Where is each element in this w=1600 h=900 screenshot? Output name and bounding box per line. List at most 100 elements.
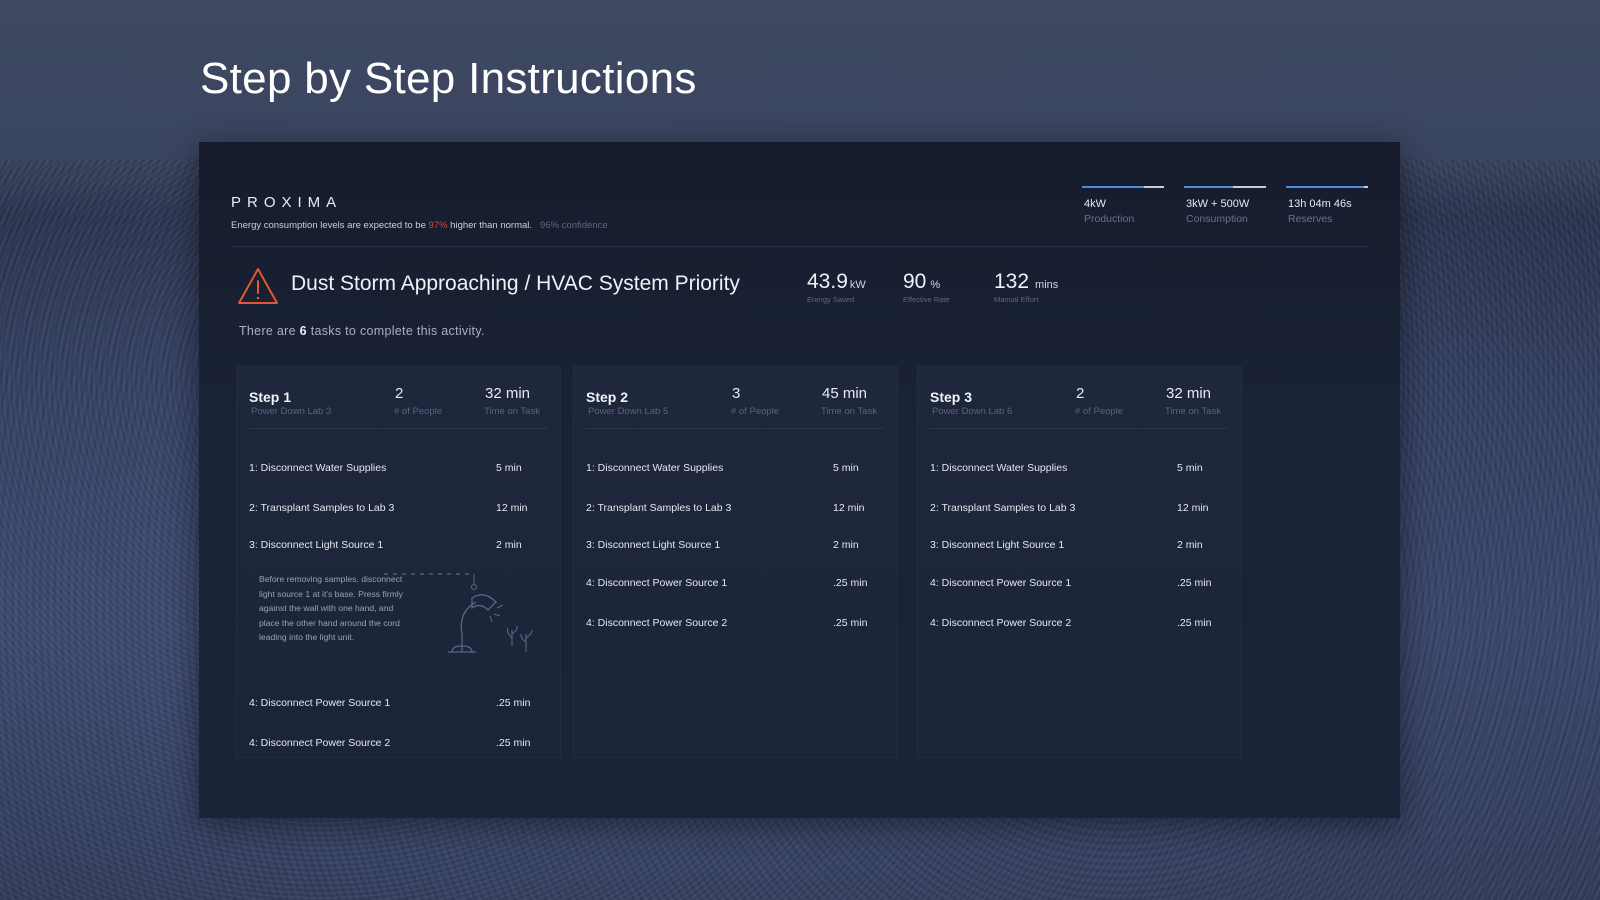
step-subtitle: Power Down Lab 3	[251, 406, 332, 417]
meter-fill	[1184, 186, 1234, 188]
meter-consumption: 3kW + 500W Consumption	[1184, 186, 1266, 225]
task-count-prefix: There are	[239, 324, 300, 338]
task-name: 4: Disconnect Power Source 2	[586, 617, 728, 629]
stat-effective-rate: 90% Effective Rate	[903, 270, 950, 304]
people-count: 2	[395, 385, 404, 402]
people-label: # of People	[394, 406, 443, 417]
brand-logo: PROXIMA	[231, 194, 343, 211]
step-title: Step 1	[249, 389, 292, 405]
task-item[interactable]: 2: Transplant Samples to Lab 3 12 min	[586, 502, 885, 516]
step-header: Step 3 Power Down Lab 6 2 # of People 32…	[930, 385, 1229, 429]
energy-notice: Energy consumption levels are expected t…	[231, 220, 608, 231]
time-label: Time on Task	[821, 406, 877, 417]
task-item[interactable]: 4: Disconnect Power Source 1 .25 min	[249, 697, 548, 711]
task-item[interactable]: 1: Disconnect Water Supplies 5 min	[249, 462, 548, 476]
step-card-1[interactable]: Step 1 Power Down Lab 3 2 # of People 32…	[236, 366, 561, 758]
stat-label: Manual Effort	[994, 295, 1039, 304]
meter-value: 3kW + 500W	[1186, 198, 1250, 210]
task-name: 2: Transplant Samples to Lab 3	[249, 502, 395, 514]
meter-fill	[1286, 186, 1364, 188]
stat-energy-saved: 43.9 kW Energy Saved	[807, 270, 866, 304]
task-item[interactable]: 4: Disconnect Power Source 2 .25 min	[249, 737, 548, 751]
task-name: 4: Disconnect Power Source 2	[930, 617, 1072, 629]
task-name: 4: Disconnect Power Source 1	[930, 577, 1072, 589]
step-title: Step 3	[930, 389, 973, 405]
meter-label: Production	[1084, 213, 1135, 225]
task-name: 4: Disconnect Power Source 1	[249, 697, 391, 709]
time-label: Time on Task	[484, 406, 540, 417]
meter-bar	[1082, 186, 1164, 188]
people-count: 3	[732, 385, 741, 402]
task-name: 3: Disconnect Light Source 1	[249, 539, 384, 551]
meter-value: 13h 04m 46s	[1288, 198, 1352, 210]
people-count: 2	[1076, 385, 1085, 402]
task-duration: .25 min	[833, 617, 868, 629]
page-title: Step by Step Instructions	[200, 54, 697, 103]
task-name: 2: Transplant Samples to Lab 3	[930, 502, 1076, 514]
stat-manual-effort: 132 mins Manual Effort	[994, 270, 1058, 304]
step-card-2[interactable]: Step 2 Power Down Lab 5 3 # of People 45…	[573, 366, 898, 758]
notice-prefix: Energy consumption levels are expected t…	[231, 220, 429, 231]
task-item[interactable]: 4: Disconnect Power Source 1 .25 min	[930, 577, 1229, 591]
task-duration: .25 min	[496, 737, 531, 749]
dashboard-panel: PROXIMA Energy consumption levels are ex…	[199, 142, 1400, 818]
task-duration: 12 min	[1177, 502, 1209, 514]
stat-value: 132	[994, 270, 1030, 293]
time-on-task: 45 min	[822, 385, 868, 402]
task-item[interactable]: 2: Transplant Samples to Lab 3 12 min	[930, 502, 1229, 516]
task-count-number: 6	[299, 324, 307, 338]
task-item[interactable]: 3: Disconnect Light Source 1 2 min	[930, 539, 1229, 553]
meter-reserves: 13h 04m 46s Reserves	[1286, 186, 1368, 225]
meter-bar	[1184, 186, 1266, 188]
meter-label: Reserves	[1288, 213, 1333, 225]
step-header: Step 1 Power Down Lab 3 2 # of People 32…	[249, 385, 548, 429]
task-name: 1: Disconnect Water Supplies	[249, 462, 387, 474]
task-duration: .25 min	[833, 577, 868, 589]
task-count-suffix: tasks to complete this activity.	[306, 324, 485, 338]
meter-fill	[1082, 186, 1144, 188]
energy-meters: 4kW Production 3kW + 500W Consumption 13…	[1082, 186, 1368, 225]
stat-value: 43.9	[807, 270, 848, 293]
task-item[interactable]: 4: Disconnect Power Source 2 .25 min	[930, 617, 1229, 631]
meter-production: 4kW Production	[1082, 186, 1164, 225]
task-duration: 2 min	[1177, 539, 1203, 551]
task-item[interactable]: 3: Disconnect Light Source 1 2 min	[586, 539, 885, 553]
task-item[interactable]: 4: Disconnect Power Source 1 .25 min	[586, 577, 885, 591]
meter-label: Consumption	[1186, 213, 1248, 225]
step-subtitle: Power Down Lab 6	[932, 406, 1013, 417]
stat-label: Energy Saved	[807, 295, 855, 304]
task-name: 4: Disconnect Power Source 2	[249, 737, 391, 749]
task-duration: 2 min	[496, 539, 522, 551]
stat-label: Effective Rate	[903, 295, 950, 304]
warning-triangle-icon	[238, 268, 278, 304]
task-item[interactable]: 2: Transplant Samples to Lab 3 12 min	[249, 502, 548, 516]
header-divider	[231, 246, 1368, 247]
step-title: Step 2	[586, 389, 629, 405]
stat-value: 90	[903, 270, 927, 293]
task-duration: 5 min	[833, 462, 859, 474]
task-duration: .25 min	[1177, 577, 1212, 589]
task-item[interactable]: 1: Disconnect Water Supplies 5 min	[586, 462, 885, 476]
task-duration: 5 min	[496, 462, 522, 474]
task-duration: .25 min	[1177, 617, 1212, 629]
alert-title: Dust Storm Approaching / HVAC System Pri…	[291, 272, 740, 295]
notice-percent: 97%	[428, 220, 448, 231]
step-subtitle: Power Down Lab 5	[588, 406, 669, 417]
notice-suffix: higher than normal.	[447, 220, 533, 231]
notice-confidence: 96% confidence	[540, 220, 608, 231]
task-name: 1: Disconnect Water Supplies	[930, 462, 1068, 474]
task-duration: 5 min	[1177, 462, 1203, 474]
task-item[interactable]: 4: Disconnect Power Source 2 .25 min	[586, 617, 885, 631]
people-label: # of People	[731, 406, 780, 417]
task-name: 1: Disconnect Water Supplies	[586, 462, 724, 474]
task-name: 4: Disconnect Power Source 1	[586, 577, 728, 589]
task-name: 3: Disconnect Light Source 1	[930, 539, 1065, 551]
task-duration: 12 min	[833, 502, 865, 514]
task-item[interactable]: 3: Disconnect Light Source 1 2 min	[249, 539, 548, 553]
step-card-3[interactable]: Step 3 Power Down Lab 6 2 # of People 32…	[917, 366, 1242, 758]
meter-value: 4kW	[1084, 198, 1106, 210]
stat-unit: mins	[1035, 279, 1059, 291]
time-on-task: 32 min	[1166, 385, 1212, 402]
time-label: Time on Task	[1165, 406, 1221, 417]
task-item[interactable]: 1: Disconnect Water Supplies 5 min	[930, 462, 1229, 476]
